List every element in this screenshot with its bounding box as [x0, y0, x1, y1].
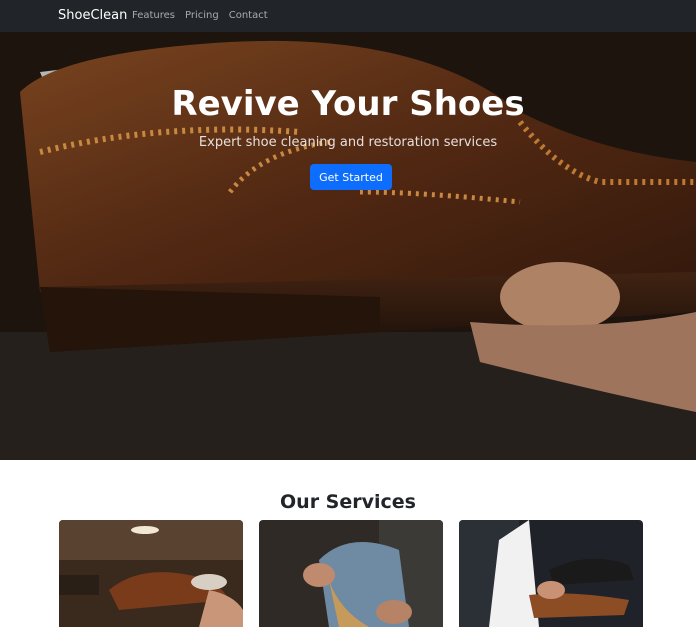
hero-subtitle: Expert shoe cleaning and restoration ser…: [198, 135, 498, 150]
nav-links: Features Pricing Contact: [132, 10, 268, 21]
nav-link-pricing[interactable]: Pricing: [185, 10, 219, 21]
hero-section: Revive Your Shoes Expert shoe cleaning a…: [0, 32, 696, 460]
service-image-polishing: [459, 520, 643, 627]
service-card-repair[interactable]: [259, 520, 443, 627]
services-heading: Our Services: [280, 491, 416, 513]
brand-link[interactable]: ShoeClean: [58, 8, 127, 23]
service-card-cleaning[interactable]: [59, 520, 243, 627]
service-image-repair: [259, 520, 443, 627]
nav-link-features[interactable]: Features: [132, 10, 175, 21]
hero-title: Revive Your Shoes: [171, 84, 525, 124]
service-image-cleaning: [59, 520, 243, 627]
nav-link-contact[interactable]: Contact: [229, 10, 268, 21]
service-card-polishing[interactable]: [459, 520, 643, 627]
top-navbar: ShoeClean Features Pricing Contact: [0, 0, 696, 32]
get-started-button[interactable]: Get Started: [310, 164, 392, 190]
